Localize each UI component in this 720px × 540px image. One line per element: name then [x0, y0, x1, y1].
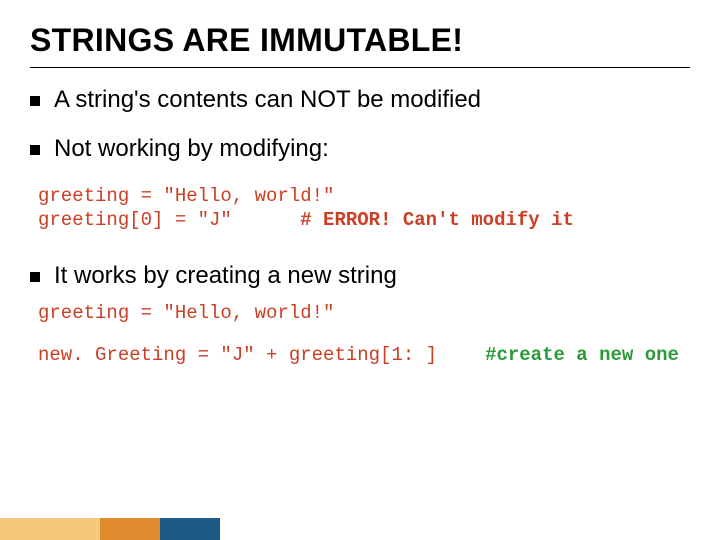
code-line: greeting[0] = "J" [38, 209, 300, 231]
footer-stripe-tan [0, 518, 100, 540]
code-error-comment: # ERROR! Can't modify it [300, 209, 574, 231]
bullet-icon [30, 272, 40, 282]
bullet-1-text: A string's contents can NOT be modified [54, 86, 690, 115]
bullet-icon [30, 145, 40, 155]
bullet-3: It works by creating a new string [30, 262, 690, 291]
code-block-1: greeting = "Hello, world!" greeting[0] =… [38, 184, 690, 233]
footer-bar [0, 518, 720, 540]
bullet-icon [30, 96, 40, 106]
bullet-2: Not working by modifying: [30, 135, 690, 164]
bullet-2-text: Not working by modifying: [54, 135, 690, 164]
code-line: new. Greeting = "J" + greeting[1: ] [38, 343, 437, 367]
code-line: greeting = "Hello, world!" [38, 185, 334, 207]
code-block-2: greeting = "Hello, world!" [38, 301, 690, 325]
code-comment: #create a new one [485, 343, 679, 367]
bullet-3-text: It works by creating a new string [54, 262, 690, 291]
slide-title: STRINGS ARE IMMUTABLE! [30, 22, 690, 59]
code-block-3: new. Greeting = "J" + greeting[1: ] #cre… [38, 343, 690, 367]
bullet-1: A string's contents can NOT be modified [30, 86, 690, 115]
slide: STRINGS ARE IMMUTABLE! A string's conten… [0, 0, 720, 540]
title-rule [30, 67, 690, 68]
code-line: greeting = "Hello, world!" [38, 302, 334, 324]
